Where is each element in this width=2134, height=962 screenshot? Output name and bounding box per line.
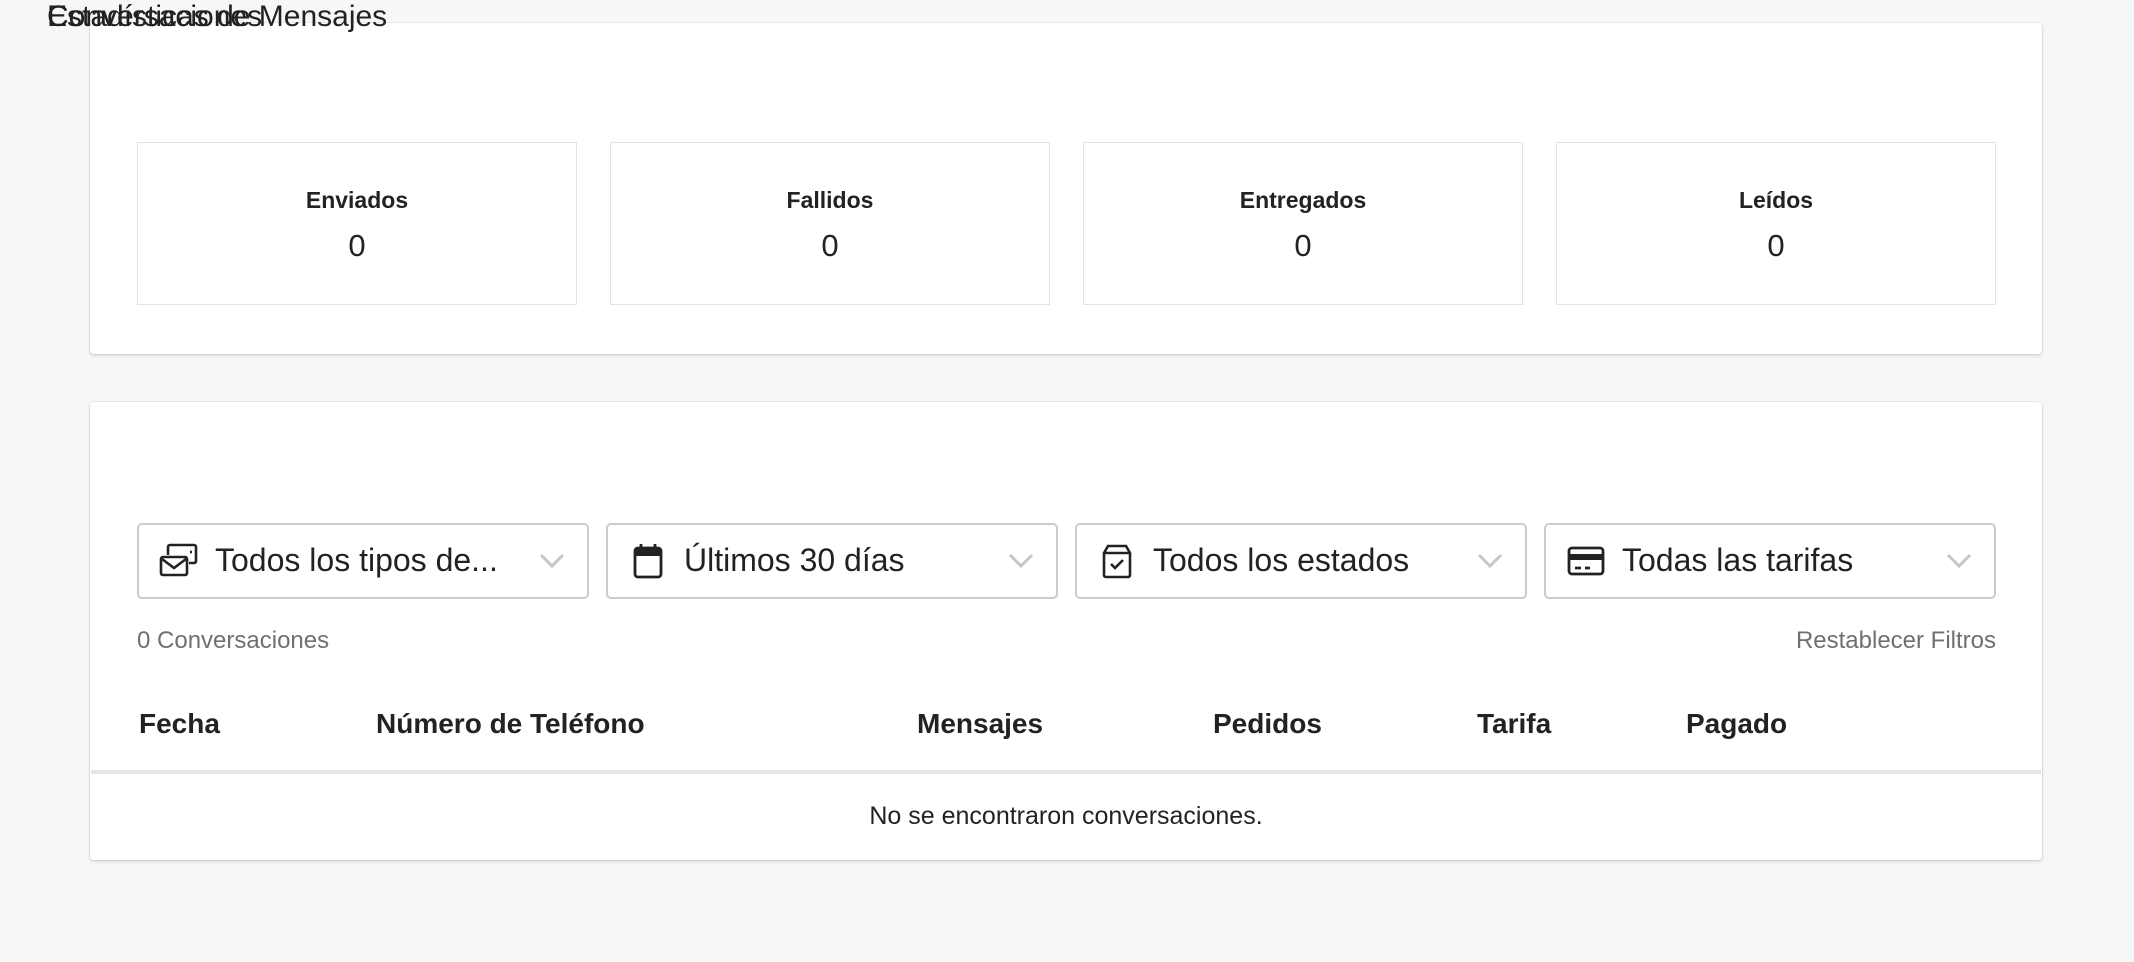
- stat-read: Leídos 0: [1556, 142, 1996, 305]
- credit-card-icon: [1567, 546, 1605, 576]
- column-header-paid[interactable]: Pagado: [1686, 708, 1787, 740]
- column-header-date[interactable]: Fecha: [139, 708, 220, 740]
- stat-label: Leídos: [1738, 187, 1814, 213]
- chevron-down-icon: [1946, 553, 1972, 569]
- column-header-tariff[interactable]: Tarifa: [1477, 708, 1551, 740]
- calendar-icon: [633, 544, 663, 579]
- chevron-down-icon: [539, 553, 565, 569]
- message-type-filter[interactable]: Todos los tipos de...: [137, 523, 589, 599]
- stat-label: Entregados: [1239, 187, 1367, 213]
- date-range-filter[interactable]: Últimos 30 días: [606, 523, 1058, 599]
- filter-value: Todos los tipos de...: [215, 542, 498, 578]
- tariff-filter[interactable]: Todas las tarifas: [1544, 523, 1996, 599]
- column-header-orders[interactable]: Pedidos: [1213, 708, 1322, 740]
- stat-label: Enviados: [305, 187, 409, 213]
- stat-failed: Fallidos 0: [610, 142, 1050, 305]
- conversations-title: Conversaciones: [47, 0, 263, 33]
- conversations-card: [90, 402, 2042, 860]
- filter-value: Últimos 30 días: [684, 542, 905, 578]
- conversation-count: 0 Conversaciones: [137, 627, 330, 654]
- stat-value: 0: [1767, 228, 1785, 263]
- status-box-icon: [1102, 544, 1132, 579]
- filter-value: Todos los estados: [1153, 542, 1410, 578]
- chevron-down-icon: [1008, 553, 1034, 569]
- stat-sent: Enviados 0: [137, 142, 577, 305]
- stat-value: 0: [348, 228, 366, 263]
- empty-state-message: No se encontraron conversaciones.: [869, 802, 1263, 830]
- reset-filters-button[interactable]: Restablecer Filtros: [1796, 627, 1996, 655]
- stat-label: Fallidos: [786, 187, 874, 213]
- stat-delivered: Entregados 0: [1083, 142, 1523, 305]
- table-header-divider: [91, 770, 2041, 774]
- column-header-phone[interactable]: Número de Teléfono: [376, 708, 645, 740]
- filter-value: Todas las tarifas: [1622, 542, 1854, 578]
- chevron-down-icon: [1477, 553, 1503, 569]
- stat-value: 0: [1294, 228, 1312, 263]
- stat-value: 0: [821, 228, 839, 263]
- column-header-messages[interactable]: Mensajes: [917, 708, 1043, 740]
- status-filter[interactable]: Todos los estados: [1075, 523, 1527, 599]
- message-types-icon: [159, 543, 198, 577]
